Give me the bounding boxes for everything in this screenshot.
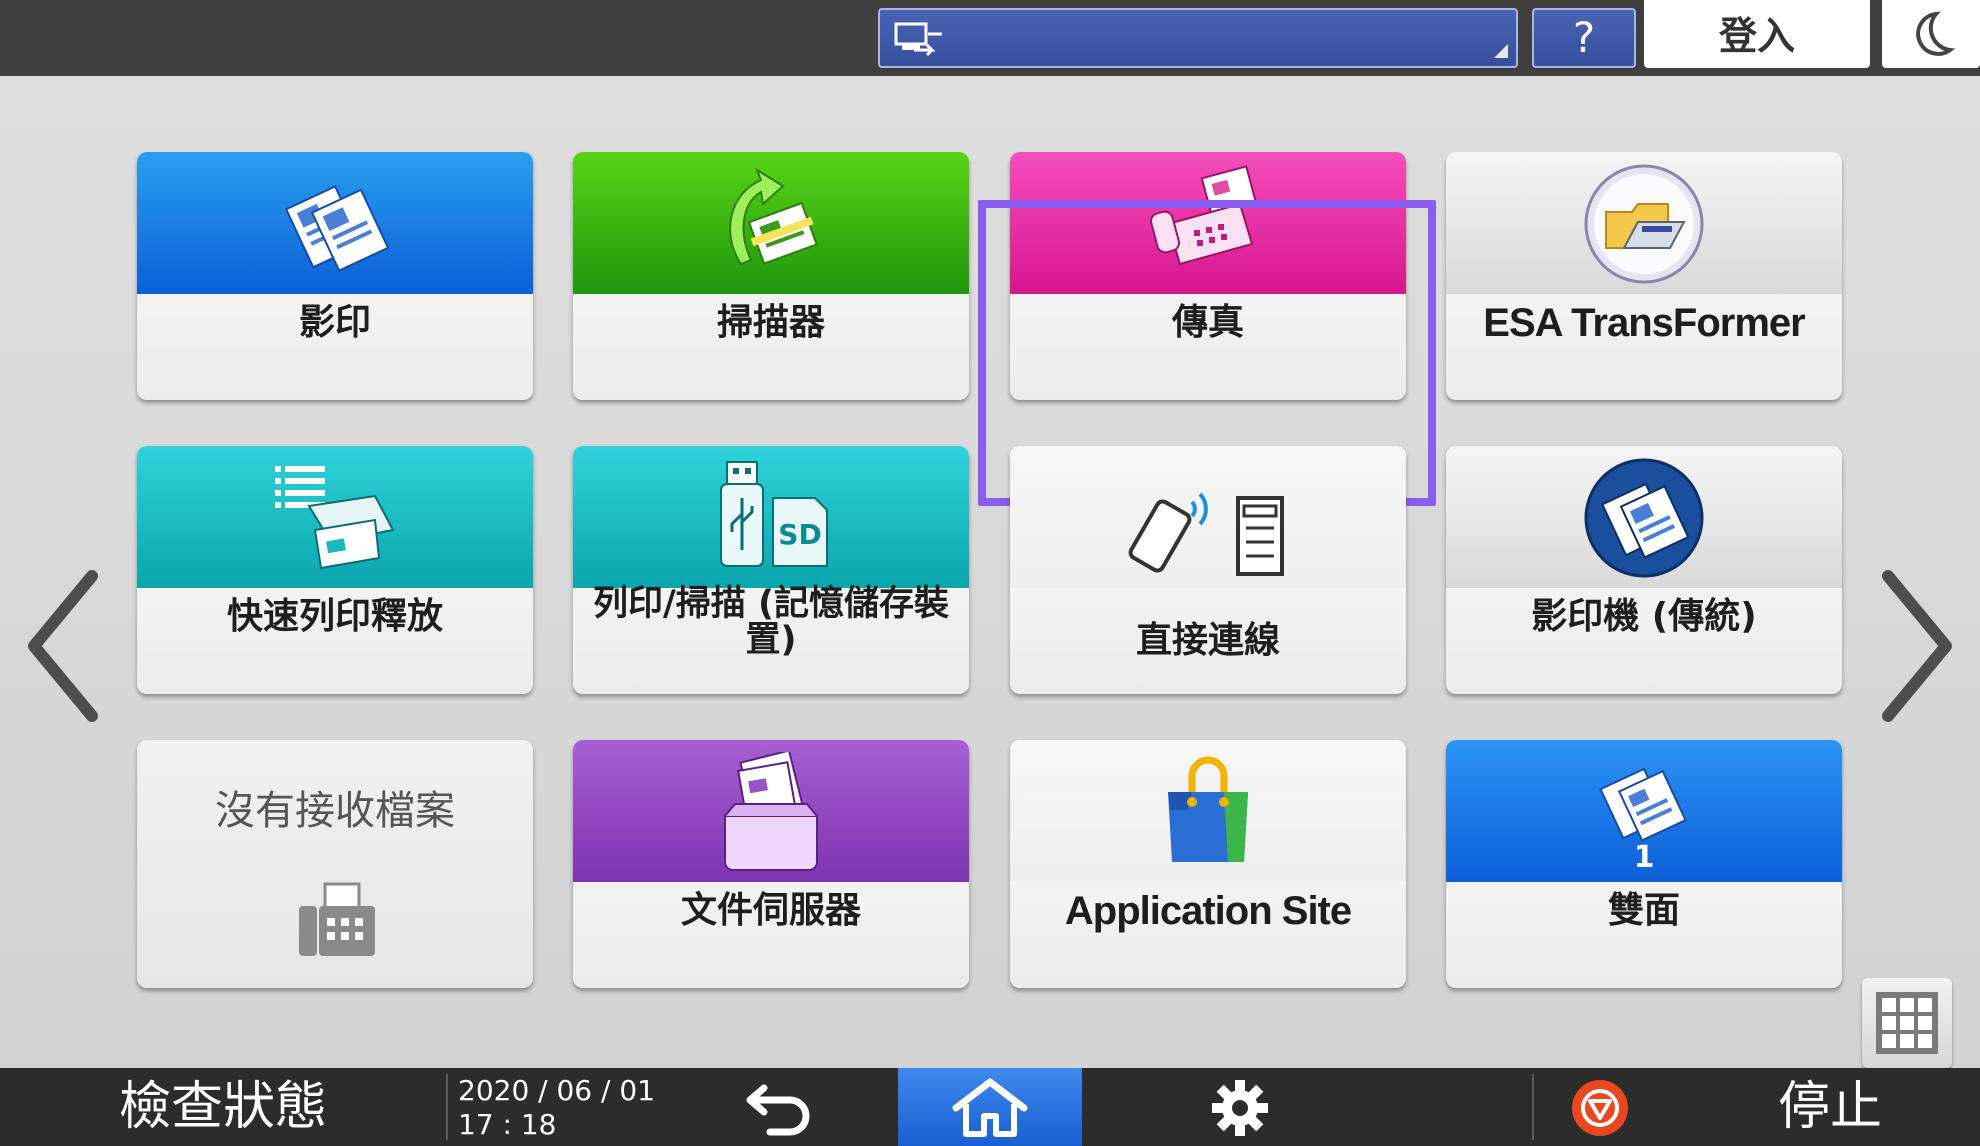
date-time-display: 2020 / 06 / 01 17 : 18: [458, 1074, 655, 1142]
tile-document-server[interactable]: 文件伺服器: [573, 740, 969, 988]
keypad-button[interactable]: [1862, 978, 1952, 1068]
login-button[interactable]: 登入: [1644, 0, 1870, 68]
shopping-bag-icon: [1168, 756, 1248, 862]
tile-label: 雙面: [1607, 890, 1680, 931]
document-server-icon: [724, 752, 818, 871]
divider: [1532, 1074, 1534, 1140]
date-text: 2020 / 06 / 01: [458, 1074, 655, 1107]
duplex-count-badge: 1: [1633, 840, 1655, 875]
dropdown-corner-icon: [1494, 44, 1508, 58]
time-text: 17 : 18: [458, 1108, 557, 1141]
stop-icon[interactable]: [1570, 1078, 1630, 1138]
media-shortcut-selector[interactable]: [878, 8, 1518, 68]
tile-no-received-files[interactable]: 沒有接收檔案: [137, 740, 533, 988]
tile-label: 列印/掃描 (記憶儲存裝置): [593, 584, 949, 660]
tile-quick-print-release[interactable]: 快速列印釋放: [137, 446, 533, 694]
fax-machine-icon: [299, 882, 375, 956]
top-bar: ? 登入: [0, 0, 1980, 76]
bottom-bar: 檢查狀態 2020 / 06 / 01 17 : 18 停止: [0, 1068, 1980, 1146]
copy-icon: [284, 185, 390, 272]
svg-text:SD: SD: [778, 518, 821, 551]
help-button[interactable]: ?: [1532, 8, 1636, 68]
tile-esa-transformer[interactable]: ESA TransFormer: [1446, 152, 1842, 400]
tile-label: 文件伺服器: [680, 890, 861, 931]
tile-label: 快速列印釋放: [226, 596, 443, 637]
previous-page-arrow-icon[interactable]: [20, 566, 110, 726]
classic-copier-icon: [1584, 458, 1704, 578]
tile-label: 影印: [298, 302, 371, 343]
tile-label: 直接連線: [1135, 620, 1280, 661]
moon-icon: [1916, 11, 1956, 56]
tile-copy[interactable]: 影印: [137, 152, 533, 400]
quick-print-release-icon: [275, 466, 395, 570]
tile-classic-copier[interactable]: 影印機 (傳統): [1446, 446, 1842, 694]
scanner-icon: [729, 167, 818, 266]
energy-saver-button[interactable]: [1882, 0, 1980, 68]
home-icon: [952, 1078, 1028, 1137]
home-screen: 影印 掃描器 傳真 ESA TransFormer 快速列印釋放 SD 列印/掃…: [0, 76, 1980, 1120]
back-arrow-icon: [746, 1084, 810, 1136]
gear-icon: [1212, 1080, 1268, 1136]
next-page-arrow-icon[interactable]: [1870, 566, 1960, 726]
tile-direct-connect[interactable]: 直接連線: [1010, 446, 1406, 694]
divider: [446, 1074, 448, 1140]
tile-label: 沒有接收檔案: [215, 788, 455, 834]
tile-label: 掃描器: [716, 302, 825, 343]
back-button[interactable]: [680, 1068, 880, 1146]
media-device-icon: [894, 22, 942, 57]
esa-transformer-icon: [1584, 164, 1704, 284]
check-status-button[interactable]: 檢查狀態: [0, 1068, 446, 1146]
tile-print-scan-memory-storage[interactable]: SD 列印/掃描 (記憶儲存裝置): [573, 446, 969, 694]
home-button[interactable]: [898, 1068, 1082, 1146]
stop-button[interactable]: 停止: [1680, 1068, 1980, 1146]
tile-label: ESA TransFormer: [1483, 301, 1805, 345]
tile-label: 影印機 (傳統): [1531, 596, 1757, 637]
grid-icon: [1876, 992, 1938, 1054]
tile-label: Application Site: [1064, 889, 1352, 933]
usb-sd-icon: SD: [720, 461, 828, 567]
direct-connect-icon: [1128, 492, 1284, 576]
tile-application-site[interactable]: Application Site: [1010, 740, 1406, 988]
settings-button[interactable]: [1140, 1068, 1340, 1146]
tile-duplex[interactable]: 1 雙面: [1446, 740, 1842, 988]
tile-scanner[interactable]: 掃描器: [573, 152, 969, 400]
